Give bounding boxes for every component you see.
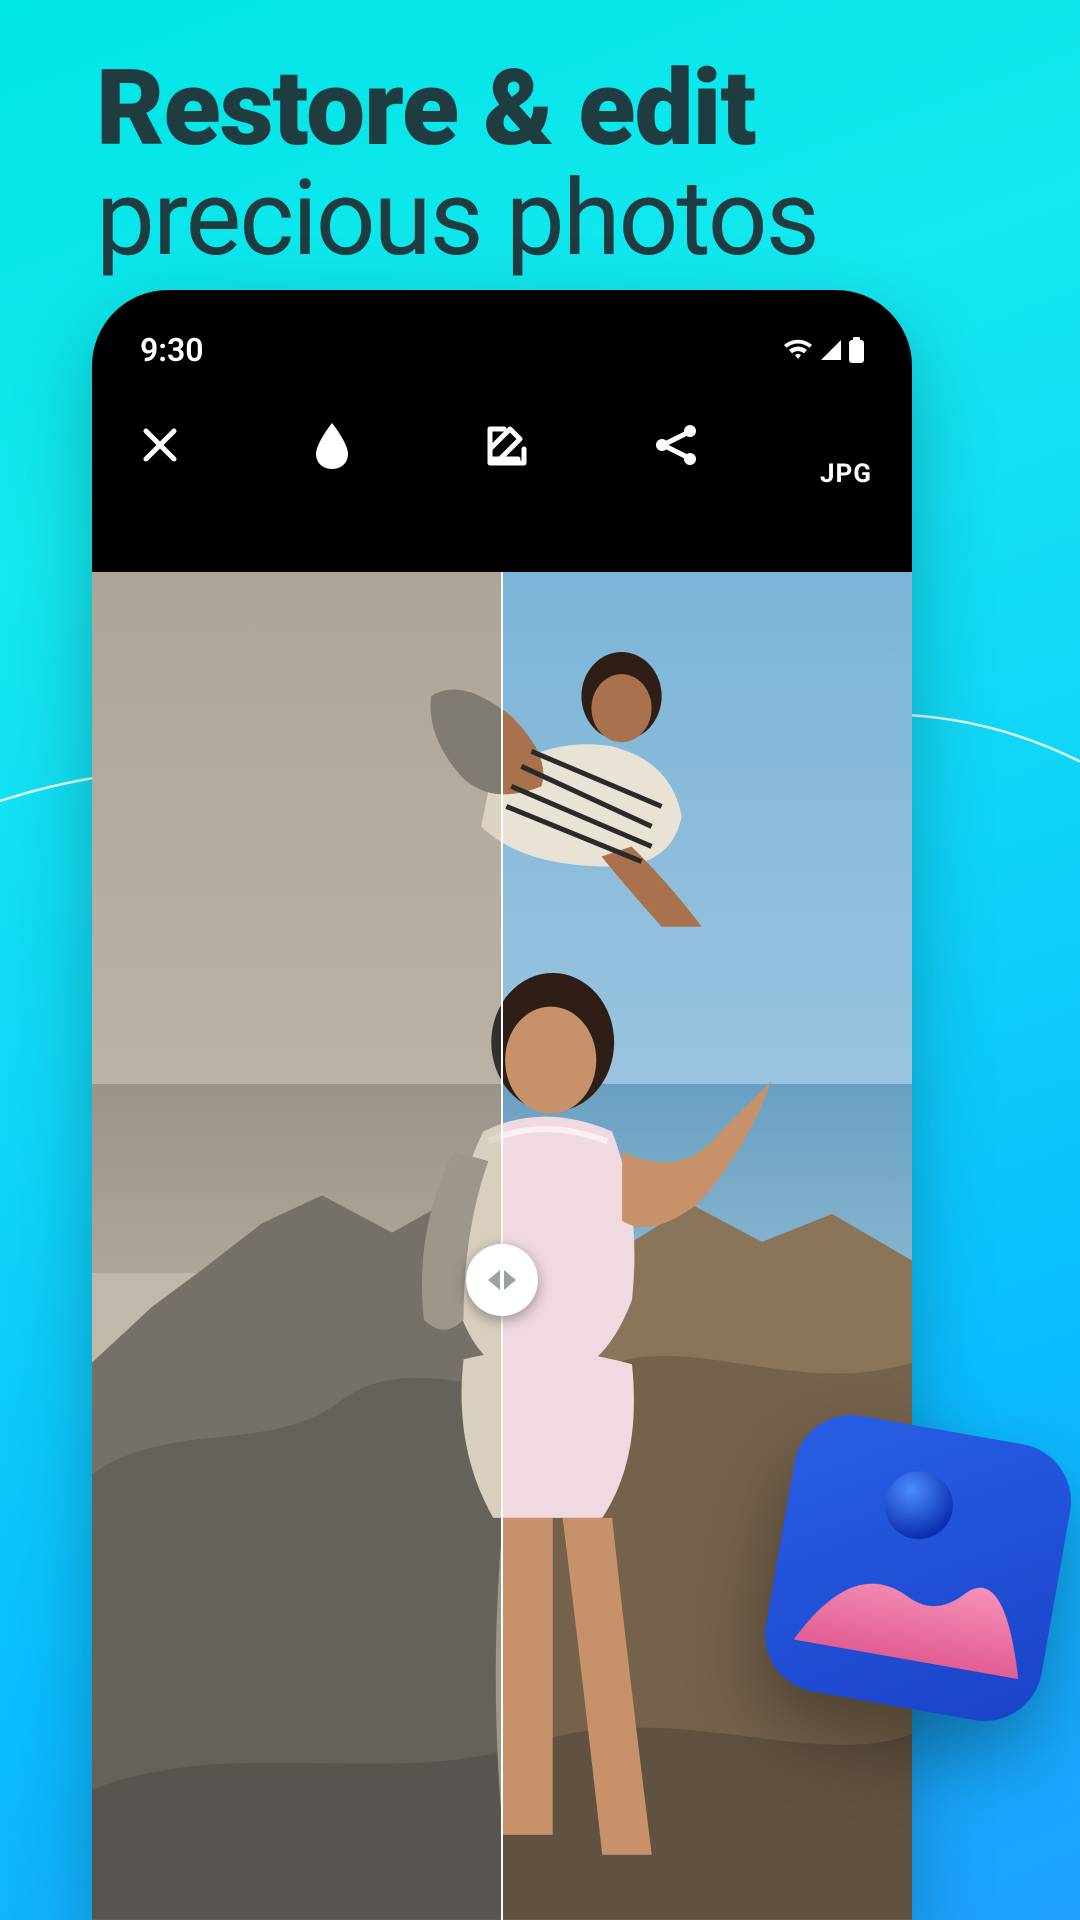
colorize-button[interactable] <box>304 417 360 473</box>
edit-button[interactable] <box>476 417 532 473</box>
share-button[interactable] <box>648 417 704 473</box>
headline-bold: Restore & edit <box>96 56 1024 161</box>
status-bar: 9:30 <box>92 328 912 372</box>
drop-icon <box>311 419 353 471</box>
edit-icon <box>480 421 528 469</box>
promo-headline: Restore & edit precious photos <box>96 56 1024 277</box>
chevron-left-icon <box>488 1270 500 1290</box>
app-icon-badge <box>756 1406 1080 1730</box>
compare-before <box>92 572 502 1920</box>
share-icon <box>652 421 700 469</box>
status-time: 9:30 <box>140 331 204 369</box>
compare-after <box>502 572 912 1920</box>
close-button[interactable] <box>132 417 188 473</box>
save-format-label: JPG <box>820 459 872 489</box>
save-icon <box>822 401 870 449</box>
chevron-right-icon <box>504 1270 516 1290</box>
wifi-icon <box>783 338 813 362</box>
status-icons <box>783 337 864 363</box>
compare-slider-handle[interactable] <box>466 1244 538 1316</box>
battery-icon <box>849 337 864 363</box>
cellular-icon <box>819 338 843 362</box>
compare-view[interactable] <box>92 572 912 1920</box>
headline-sub: precious photos <box>96 161 1024 277</box>
editor-toolbar: JPG <box>92 390 912 500</box>
close-icon <box>136 421 184 469</box>
picture-icon <box>756 1406 1080 1730</box>
save-button[interactable]: JPG <box>820 401 872 489</box>
